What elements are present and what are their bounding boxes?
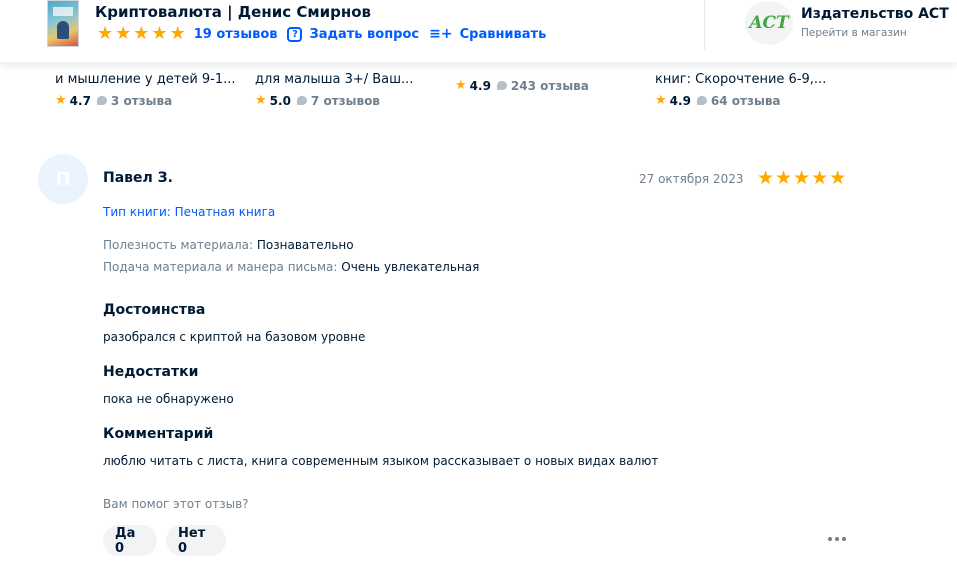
book-type-link[interactable]: Тип книги: Печатная книга: [103, 205, 275, 219]
star-icon: ★: [115, 23, 132, 44]
section-heading-pros: Достоинства: [103, 302, 206, 318]
related-product-card[interactable]: и мышление у детей 9-1... ★ 4.7 3 отзыва: [55, 72, 240, 108]
cover-figure: [57, 21, 69, 39]
star-icon: ★: [255, 93, 267, 108]
review-param: Подача материала и манера письма: Очень …: [103, 260, 479, 274]
review-param: Полезность материала: Познавательно: [103, 238, 354, 252]
star-icon: ★: [793, 167, 811, 189]
star-icon: ★: [757, 167, 775, 189]
cover-art: [53, 7, 73, 16]
param-value: Познавательно: [256, 238, 354, 252]
star-icon: ★: [655, 93, 667, 108]
product-title[interactable]: Криптовалюта | Денис Смирнов: [95, 3, 371, 21]
star-icon: ★: [55, 93, 67, 108]
helpful-question: Вам помог этот отзыв?: [103, 497, 249, 511]
helpful-no-button[interactable]: Нет 0: [166, 525, 226, 556]
header-divider: [704, 0, 705, 50]
comment-bubble-icon: [696, 96, 707, 105]
product-sticky-header: Криптовалюта | Денис Смирнов ★ ★ ★ ★ ★ 1…: [0, 0, 957, 62]
ask-question-link[interactable]: ? Задать вопрос: [287, 26, 420, 42]
compare-link[interactable]: ≡+ Сравнивать: [429, 26, 546, 42]
star-icon: ★: [775, 167, 793, 189]
compare-label: Сравнивать: [459, 26, 547, 42]
helpful-yes-button[interactable]: Да 0: [103, 525, 157, 556]
related-product-rating: ★ 5.0 7 отзывов: [255, 93, 380, 108]
star-icon: ★: [151, 23, 168, 44]
section-heading-cons: Недостатки: [103, 364, 199, 380]
publisher-name[interactable]: Издательство АСТ: [801, 6, 949, 22]
related-product-rating: ★ 4.9 243 отзыва: [455, 78, 589, 93]
section-heading-comment: Комментарий: [103, 426, 214, 442]
comment-bubble-icon: [96, 96, 107, 105]
reviews-link[interactable]: 19 отзывов: [194, 27, 278, 42]
related-product-card[interactable]: ★ 4.9 243 отзыва: [455, 72, 640, 93]
product-meta-row: ★ ★ ★ ★ ★ 19 отзывов ? Задать вопрос ≡+ …: [97, 24, 546, 44]
publisher-logo[interactable]: ACT: [745, 1, 793, 45]
param-key: Полезность материала:: [103, 238, 254, 252]
review-rating-stars: ★ ★ ★ ★ ★: [757, 167, 847, 189]
related-product-title[interactable]: и мышление у детей 9-1...: [55, 72, 240, 87]
param-key: Подача материала и манера письма:: [103, 260, 338, 274]
related-product-title[interactable]: книг: Скорочтение 6-9,...: [655, 72, 840, 87]
product-rating-stars: ★ ★ ★ ★ ★: [97, 25, 188, 43]
comment-bubble-icon: [496, 81, 507, 90]
ask-question-label: Задать вопрос: [309, 26, 420, 42]
star-icon: ★: [811, 167, 829, 189]
section-text-comment: люблю читать с листа, книга современным …: [103, 454, 659, 468]
book-cover-thumbnail[interactable]: [47, 0, 79, 47]
compare-icon: ≡+: [429, 26, 453, 42]
related-product-rating: ★ 4.9 64 отзыва: [655, 93, 781, 108]
star-icon: ★: [133, 23, 150, 44]
star-icon: ★: [97, 23, 114, 44]
related-product-title[interactable]: для малыша 3+/ Ваш...: [255, 72, 440, 87]
avatar: П: [38, 154, 88, 204]
star-icon: ★: [829, 167, 847, 189]
section-text-pros: разобрался с криптой на базовом уровне: [103, 330, 366, 344]
more-options-icon[interactable]: [828, 533, 849, 545]
star-icon: ★: [455, 78, 467, 93]
related-product-card[interactable]: книг: Скорочтение 6-9,... ★ 4.9 64 отзыв…: [655, 72, 840, 108]
related-product-card[interactable]: для малыша 3+/ Ваш... ★ 5.0 7 отзывов: [255, 72, 440, 108]
go-to-store-link[interactable]: Перейти в магазин: [801, 27, 907, 39]
question-icon: ?: [287, 26, 303, 42]
comment-bubble-icon: [296, 96, 307, 105]
review-date: 27 октября 2023: [639, 172, 744, 186]
related-product-rating: ★ 4.7 3 отзыва: [55, 93, 173, 108]
review-author: Павел З.: [103, 170, 173, 186]
param-value: Очень увлекательная: [341, 260, 480, 274]
section-text-cons: пока не обнаружено: [103, 392, 234, 406]
star-icon: ★: [169, 23, 186, 44]
